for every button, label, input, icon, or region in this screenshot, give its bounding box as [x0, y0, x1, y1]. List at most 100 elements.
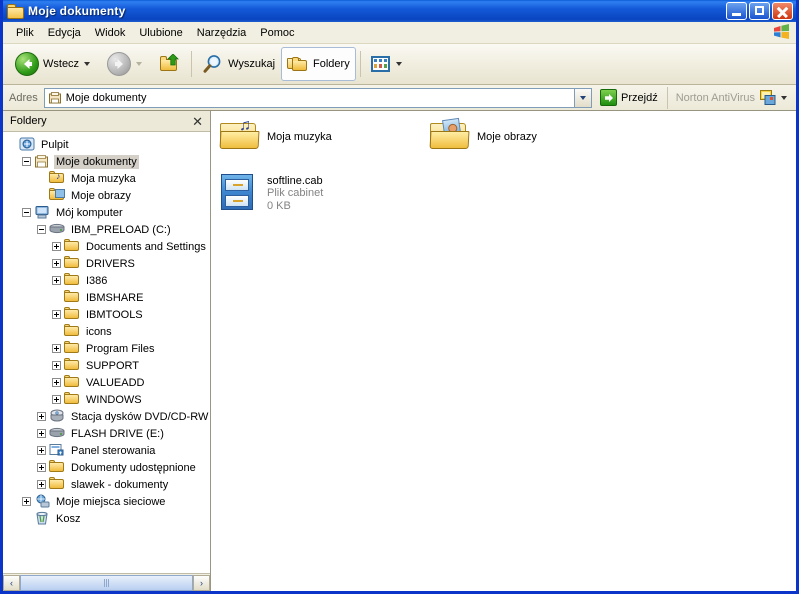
expand-icon[interactable]	[52, 310, 61, 319]
maximize-button[interactable]	[749, 2, 770, 20]
tree-item[interactable]: Moje obrazy	[3, 187, 210, 204]
file-list-pane[interactable]: ♫ Moja muzyka Moje obrazy softline.cab Plik …	[211, 111, 796, 591]
tree-item[interactable]: Kosz	[3, 510, 210, 527]
tree-item[interactable]: FLASH DRIVE (E:)	[3, 425, 210, 442]
tree-item-label: DRIVERS	[86, 257, 135, 270]
tree-item[interactable]: icons	[3, 323, 210, 340]
tree-item-label: IBMTOOLS	[86, 308, 143, 321]
expand-icon[interactable]	[37, 463, 46, 472]
collapse-icon[interactable]	[37, 225, 46, 234]
tree-item-label: Panel sterowania	[71, 444, 156, 457]
folder-icon	[64, 256, 80, 271]
computer-icon	[34, 205, 50, 220]
search-button[interactable]: Wyszukaj	[196, 47, 281, 81]
go-button[interactable]: Przejdź	[597, 87, 663, 109]
expand-icon[interactable]	[52, 259, 61, 268]
tree-item[interactable]: Panel sterowania	[3, 442, 210, 459]
tree-item[interactable]: WINDOWS	[3, 391, 210, 408]
back-button[interactable]: Wstecz	[9, 47, 101, 81]
tree-item[interactable]: DRIVERS	[3, 255, 210, 272]
menu-item-view[interactable]: Widok	[88, 25, 133, 41]
tree-item[interactable]: Moje dokumenty	[3, 153, 210, 170]
expand-icon[interactable]	[37, 480, 46, 489]
tree-item[interactable]: IBM_PRELOAD (C:)	[3, 221, 210, 238]
collapse-icon[interactable]	[22, 157, 31, 166]
views-button[interactable]	[365, 47, 413, 81]
tree-item-label: Moje miejsca sieciowe	[56, 495, 166, 508]
tree-item-label: IBM_PRELOAD (C:)	[71, 223, 171, 236]
cabinet-file-icon	[219, 173, 261, 211]
scroll-left-button[interactable]: ‹	[3, 574, 20, 591]
tree-item[interactable]: Moje miejsca sieciowe	[3, 493, 210, 510]
title-bar: Moje dokumenty	[3, 0, 796, 22]
expand-icon[interactable]	[22, 497, 31, 506]
close-button[interactable]	[772, 2, 793, 20]
tree-item[interactable]: Program Files	[3, 340, 210, 357]
menu-item-tools[interactable]: Narzędzia	[190, 25, 254, 41]
tree-item[interactable]: slawek - dokumenty	[3, 476, 210, 493]
forward-button[interactable]	[101, 47, 153, 81]
expand-icon[interactable]	[52, 378, 61, 387]
tree-item[interactable]: Stacja dysków DVD/CD-RW (	[3, 408, 210, 425]
tree-item[interactable]: IBMTOOLS	[3, 306, 210, 323]
window-title: Moje dokumenty	[28, 4, 126, 18]
tree-item[interactable]: I386	[3, 272, 210, 289]
windows-flag-icon	[773, 24, 790, 40]
folder-icon	[64, 290, 80, 305]
back-dropdown-icon[interactable]	[84, 62, 91, 66]
tree-item-label: Dokumenty udostępnione	[71, 461, 196, 474]
control-panel-icon	[49, 443, 65, 458]
menu-item-help[interactable]: Pomoc	[253, 25, 301, 41]
back-arrow-icon	[15, 52, 39, 76]
scrollbar-thumb[interactable]	[20, 574, 193, 591]
expand-icon[interactable]	[37, 429, 46, 438]
folders-icon	[287, 54, 309, 74]
expand-icon[interactable]	[37, 446, 46, 455]
tree-item[interactable]: ♪ Moja muzyka	[3, 170, 210, 187]
tree-item[interactable]: VALUEADD	[3, 374, 210, 391]
tree-item[interactable]: Dokumenty udostępnione	[3, 459, 210, 476]
expand-icon[interactable]	[52, 242, 61, 251]
norton-label: Norton AntiVirus	[675, 91, 755, 104]
horizontal-scrollbar[interactable]: ‹ ›	[3, 573, 210, 591]
folders-label: Foldery	[313, 58, 350, 70]
tree-item-label: WINDOWS	[86, 393, 142, 406]
norton-antivirus-button[interactable]: Norton AntiVirus	[666, 86, 796, 109]
expand-icon[interactable]	[37, 412, 46, 421]
tree-item[interactable]: IBMSHARE	[3, 289, 210, 306]
tree-item[interactable]: Pulpit	[3, 136, 210, 153]
toolbar-separator-2	[359, 51, 361, 77]
file-item-name: Moje obrazy	[477, 131, 537, 143]
tree-item[interactable]: Mój komputer	[3, 204, 210, 221]
scrollbar-track[interactable]	[20, 574, 193, 591]
menu-item-file[interactable]: Plik	[9, 25, 41, 41]
menu-item-favorites[interactable]: Ulubione	[132, 25, 189, 41]
tree-item-label: slawek - dokumenty	[71, 478, 169, 491]
expand-icon[interactable]	[52, 361, 61, 370]
expand-icon[interactable]	[52, 276, 61, 285]
address-input[interactable]: Moje dokumenty	[43, 87, 576, 108]
scroll-right-button[interactable]: ›	[193, 574, 210, 591]
expand-icon[interactable]	[52, 344, 61, 353]
expand-icon[interactable]	[52, 395, 61, 404]
up-button[interactable]	[153, 47, 187, 81]
folder-icon	[64, 324, 80, 339]
file-list-item[interactable]: Moje obrazy	[429, 117, 537, 155]
norton-dropdown-icon[interactable]	[781, 95, 787, 100]
file-list-item[interactable]: ♫ Moja muzyka	[219, 117, 332, 155]
folders-button[interactable]: Foldery	[281, 47, 356, 81]
menu-item-edit[interactable]: Edycja	[41, 25, 88, 41]
collapse-icon[interactable]	[22, 208, 31, 217]
views-dropdown-icon[interactable]	[395, 62, 402, 66]
folder-tree[interactable]: Pulpit Moje dokumenty ♪ Moja muzyka Moje obr…	[3, 132, 210, 573]
forward-dropdown-icon[interactable]	[136, 62, 143, 66]
tree-item[interactable]: SUPPORT	[3, 357, 210, 374]
folder-icon	[64, 273, 80, 288]
address-dropdown-button[interactable]	[575, 87, 593, 108]
tree-item[interactable]: Documents and Settings	[3, 238, 210, 255]
close-icon[interactable]: ✕	[189, 115, 206, 128]
minimize-button[interactable]	[726, 2, 747, 20]
file-list-item[interactable]: softline.cab Plik cabinet 0 KB	[219, 173, 323, 213]
file-item-size: 0 KB	[267, 200, 291, 212]
